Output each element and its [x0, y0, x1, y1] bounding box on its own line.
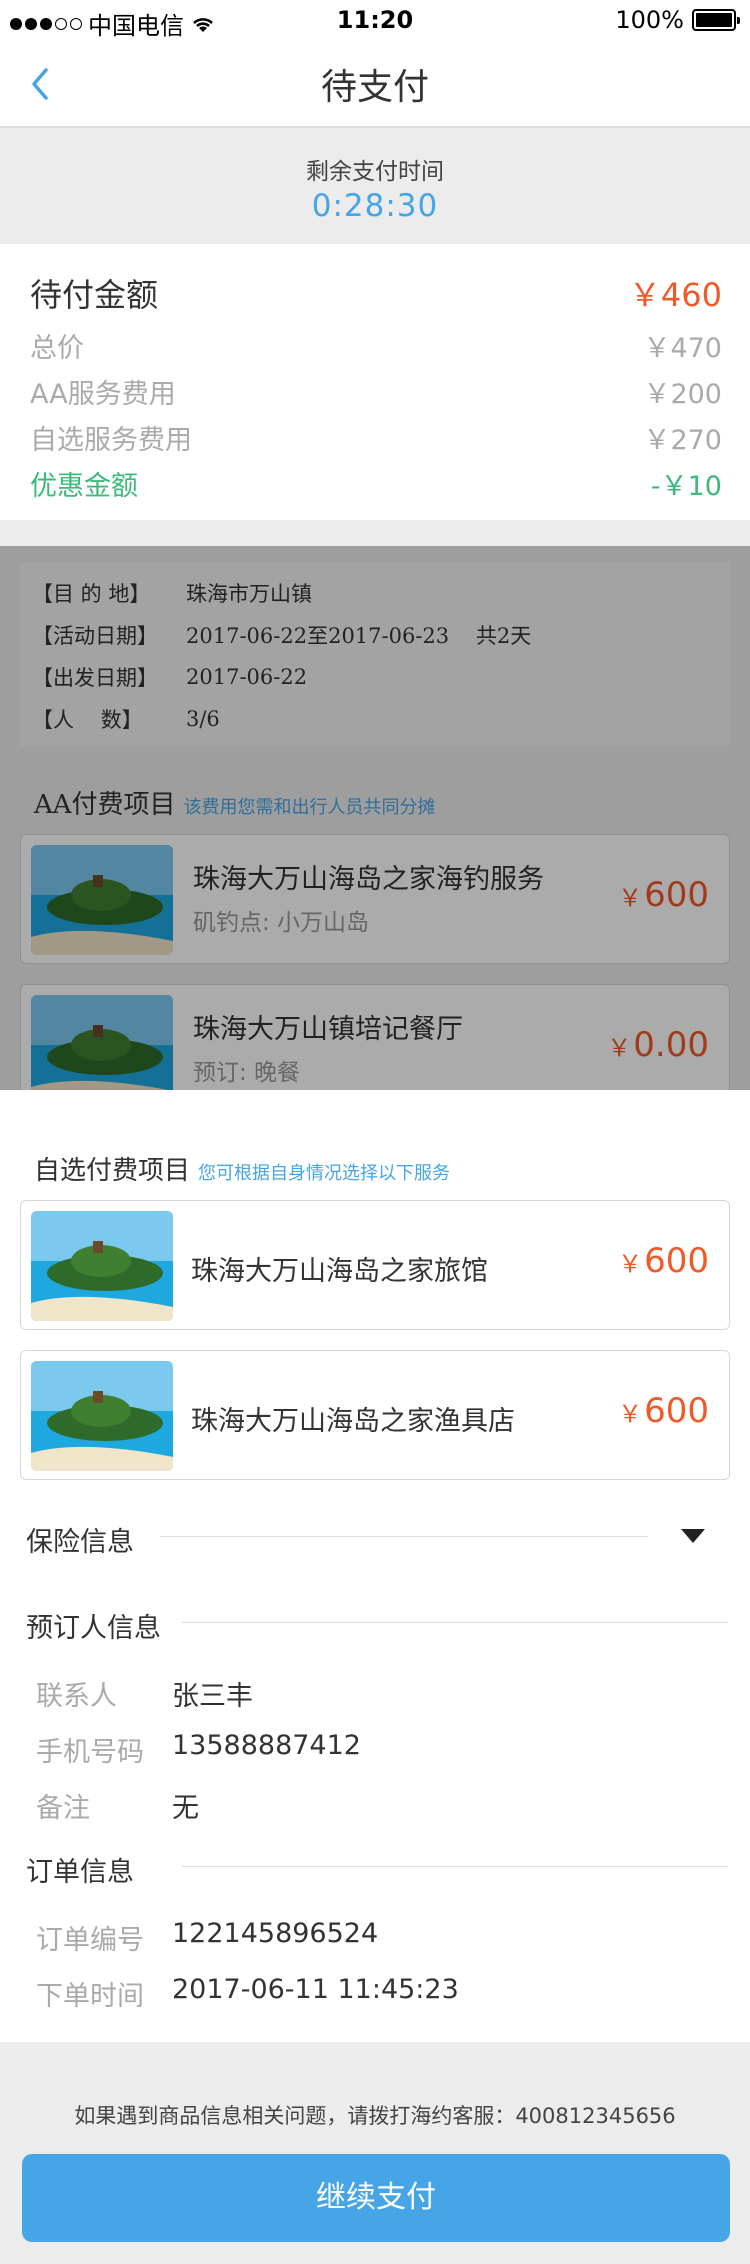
divider: [160, 1536, 648, 1537]
aa-item-price: ￥0.00: [607, 1025, 709, 1065]
island-thumbnail: [31, 995, 173, 1105]
island-thumbnail: [31, 1361, 173, 1471]
aa-item-sub: 矶钓点: 小万山岛: [193, 910, 370, 936]
insurance-title: 保险信息: [26, 1527, 134, 1558]
battery-icon: [692, 9, 740, 31]
phone-label: 手机号码: [36, 1737, 144, 1768]
aa-item-card[interactable]: 珠海大万山海岛之家海钓服务 矶钓点: 小万山岛 ￥600: [20, 834, 730, 964]
destination-key: 【目 的 地】: [32, 582, 151, 606]
order-title: 订单信息: [26, 1857, 134, 1888]
optional-section-header: 自选付费项目 您可根据自身情况选择以下服务: [0, 1150, 750, 1187]
people-count-value: 3/6: [186, 707, 220, 731]
continue-pay-button[interactable]: 继续支付: [22, 2154, 730, 2242]
aa-section-header: AA付费项目 该费用您需和出行人员共同分摊: [0, 784, 750, 821]
aa-fee-label: AA服务费用: [30, 378, 176, 410]
departure-date-key: 【出发日期】: [32, 666, 158, 690]
contact-label: 联系人: [36, 1681, 117, 1712]
price-value: 600: [644, 875, 709, 915]
departure-date-value: 2017-06-22: [186, 665, 308, 689]
people-count-row: 【人 数】 3/6: [32, 698, 718, 740]
booker-title: 预订人信息: [26, 1613, 161, 1644]
island-thumbnail: [31, 845, 173, 955]
optional-fee-value: ￥270: [643, 424, 722, 456]
nav-bar: 待支付: [0, 40, 750, 128]
aa-item-name: 珠海大万山海岛之家海钓服务: [193, 864, 544, 895]
contact-value: 张三丰: [172, 1681, 253, 1712]
departure-date-row: 【出发日期】 2017-06-22: [32, 656, 718, 698]
amount-due-row: 待付金额 ￥460: [30, 264, 722, 322]
aa-item-name: 珠海大万山镇培记餐厅: [193, 1014, 463, 1045]
discount-row: 优惠金额 -￥10: [30, 460, 722, 506]
people-count-key: 【人 数】: [32, 708, 143, 732]
total-price-row: 总价 ￥470: [30, 322, 722, 368]
optional-section-title: 自选付费项目: [34, 1156, 191, 1186]
price-value: 0.00: [633, 1025, 709, 1065]
remark-value: 无: [172, 1793, 199, 1824]
phone-value: 13588887412: [172, 1730, 361, 1761]
optional-item-card[interactable]: 珠海大万山海岛之家旅馆 ￥600: [20, 1200, 730, 1330]
optional-item-price: ￥600: [618, 1241, 709, 1281]
customer-service-note: 如果遇到商品信息相关问题，请拨打海约客服：400812345656: [74, 2104, 676, 2128]
currency-symbol: ￥: [607, 1034, 632, 1062]
amount-due-label: 待付金额: [30, 276, 159, 314]
status-right: 100%: [615, 6, 740, 34]
dropdown-triangle-icon[interactable]: [680, 1528, 706, 1544]
divider: [182, 1622, 728, 1623]
page-title: 待支付: [320, 67, 429, 108]
battery-percent: 100%: [615, 6, 684, 34]
insurance-row[interactable]: 保险信息: [0, 1500, 750, 1572]
aa-item-sub: 预订: 晚餐: [193, 1060, 301, 1086]
order-number-label: 订单编号: [36, 1925, 144, 1956]
total-price-value: ￥470: [643, 332, 722, 364]
total-price-label: 总价: [30, 332, 84, 364]
destination-row: 【目 的 地】 珠海市万山镇: [32, 572, 718, 614]
countdown-value: 0:28:30: [311, 188, 439, 224]
order-number-value: 122145896524: [172, 1918, 379, 1949]
optional-item-name: 珠海大万山海岛之家渔具店: [191, 1406, 515, 1437]
currency-symbol: ￥: [618, 884, 643, 912]
price-value: 600: [644, 1391, 709, 1431]
discount-label: 优惠金额: [30, 470, 138, 502]
countdown-label: 剩余支付时间: [306, 159, 444, 185]
order-info: 订单信息 订单编号 122145896524 下单时间 2017-06-11 1…: [0, 1836, 750, 2042]
activity-date-value: 2017-06-22至2017-06-23 共2天: [186, 624, 532, 648]
trip-details: 【目 的 地】 珠海市万山镇 【活动日期】 2017-06-22至2017-06…: [20, 562, 730, 746]
optional-section-hint: 您可根据自身情况选择以下服务: [198, 1163, 451, 1184]
currency-symbol: ￥: [618, 1400, 643, 1428]
divider: [182, 1866, 728, 1867]
optional-item-card[interactable]: 珠海大万山海岛之家渔具店 ￥600: [20, 1350, 730, 1480]
payment-countdown: 剩余支付时间 0:28:30: [0, 130, 750, 244]
currency-symbol: ￥: [618, 1250, 643, 1278]
activity-date-key: 【活动日期】: [32, 624, 158, 648]
aa-item-price: ￥600: [618, 875, 709, 915]
aa-fee-value: ￥200: [643, 378, 722, 410]
discount-value: -￥10: [650, 470, 722, 502]
amount-due-value: ￥460: [628, 276, 722, 314]
optional-fee-label: 自选服务费用: [30, 424, 192, 456]
optional-item-name: 珠海大万山海岛之家旅馆: [191, 1256, 488, 1287]
aa-section-hint: 该费用您需和出行人员共同分摊: [183, 797, 436, 818]
price-value: 600: [644, 1241, 709, 1281]
amount-summary: 待付金额 ￥460 总价 ￥470 AA服务费用 ￥200 自选服务费用 ￥27…: [0, 244, 750, 520]
activity-date-row: 【活动日期】 2017-06-22至2017-06-23 共2天: [32, 614, 718, 656]
island-thumbnail: [31, 1211, 173, 1321]
booker-info: 预订人信息 联系人 张三丰 手机号码 13588887412 备注 无: [0, 1592, 750, 1824]
destination-value: 珠海市万山镇: [186, 582, 312, 606]
aa-fee-row: AA服务费用 ￥200: [30, 368, 722, 414]
order-time-label: 下单时间: [36, 1981, 144, 2012]
aa-section-title: AA付费项目: [34, 790, 176, 820]
status-bar: 中国电信 11:20 100%: [0, 0, 750, 40]
optional-item-price: ￥600: [618, 1391, 709, 1431]
optional-fee-row: 自选服务费用 ￥270: [30, 414, 722, 460]
order-time-value: 2017-06-11 11:45:23: [172, 1974, 459, 2005]
remark-label: 备注: [36, 1793, 90, 1824]
